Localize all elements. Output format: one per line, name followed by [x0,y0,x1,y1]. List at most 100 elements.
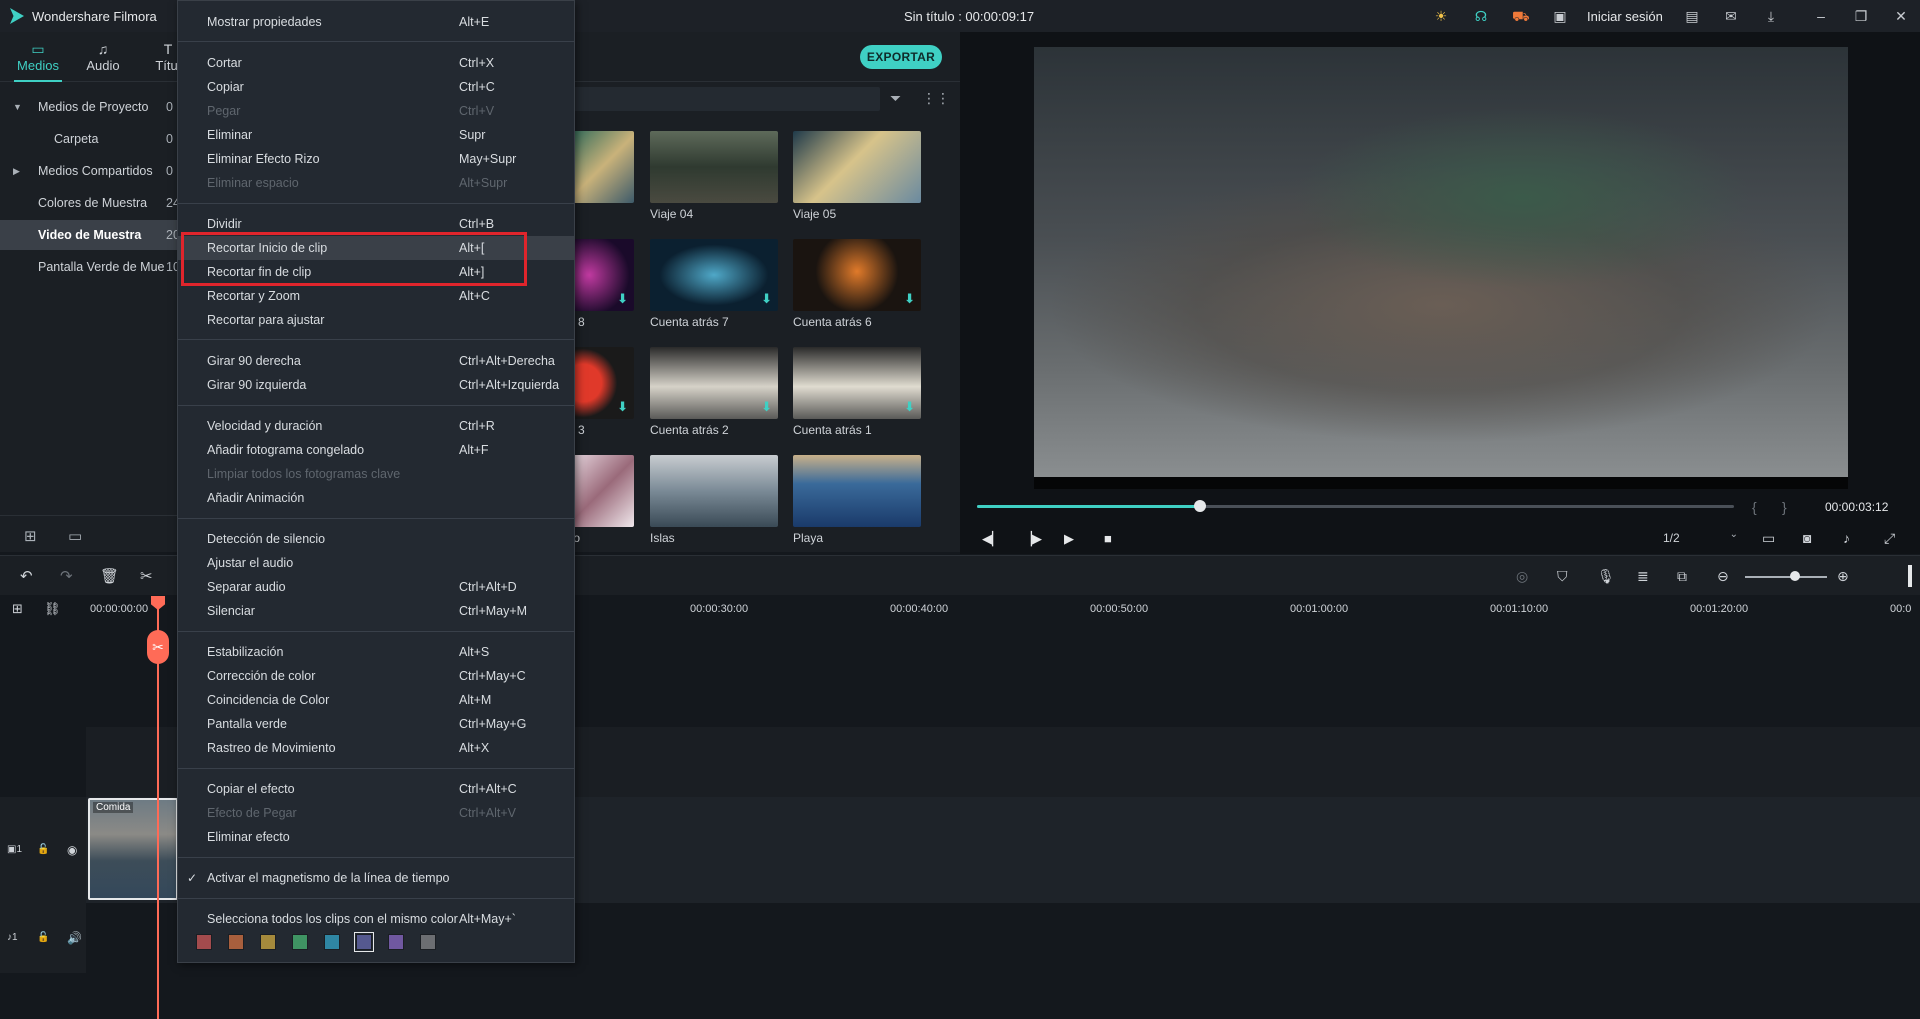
menu-item-mute[interactable]: Silenciar Ctrl+May+M [178,599,574,623]
menu-item-timeline-snapping[interactable]: ✓ Activar el magnetismo de la línea de ti… [178,866,574,890]
zoom-knob[interactable] [1790,571,1800,581]
mark-out-button[interactable]: } [1782,499,1787,515]
media-thumbnail[interactable]: ⬇ [650,347,778,419]
menu-item-freeze-frame[interactable]: Añadir fotograma congelado Alt+F [178,438,574,462]
tree-item-sample-colors[interactable]: Colores de Muestra 24 [0,188,180,218]
speaker-icon[interactable]: 🔊 [67,931,82,945]
marker-icon[interactable]: ⛉ [1557,568,1568,585]
download-arrow-icon[interactable]: ⬇ [904,291,915,307]
add-track-icon[interactable]: ⊞ [12,601,23,617]
playback-quality-select[interactable]: 1/2 ⌄ [1657,529,1742,549]
color-swatch[interactable] [260,934,276,950]
menu-item-cut[interactable]: Cortar Ctrl+X [178,51,574,75]
tree-item-sample-video[interactable]: Video de Muestra 20 [0,220,180,250]
tree-item-folder[interactable]: Carpeta 0 [0,124,180,154]
menu-item-ripple-delete[interactable]: Eliminar Efecto Rizo May+Supr [178,147,574,171]
tree-item-shared-media[interactable]: ▶ Medios Compartidos 0 [0,156,180,186]
minimize-icon[interactable]: – [1813,8,1829,24]
menu-item-stabilization[interactable]: Estabilización Alt+S [178,640,574,664]
zoom-in-icon[interactable]: ⊕ [1837,568,1849,585]
restore-icon[interactable]: ❐ [1853,8,1869,24]
menu-item-delete[interactable]: Eliminar Supr [178,123,574,147]
menu-item-detach-audio[interactable]: Separar audio Ctrl+Alt+D [178,575,574,599]
fullscreen-icon[interactable]: ⤢ [1884,530,1895,547]
new-folder-icon[interactable]: ⊞ [24,527,37,545]
close-icon[interactable]: ✕ [1893,8,1909,24]
download-arrow-icon[interactable]: ⬇ [761,291,772,307]
download-arrow-icon[interactable]: ⬇ [904,399,915,415]
mail-icon[interactable]: ✉ [1723,8,1739,24]
play-icon[interactable]: ▶ [1064,531,1074,547]
menu-item-select-same-color[interactable]: Selecciona todos los clips con el mismo … [178,907,574,931]
media-thumbnail[interactable]: ⬇ [793,347,921,419]
download-icon[interactable]: ⤓ [1763,8,1779,24]
color-swatch[interactable] [228,934,244,950]
tree-item-project-media[interactable]: ▼ Medios de Proyecto 0 [0,92,180,122]
color-swatch[interactable] [388,934,404,950]
timeline-clip[interactable]: Comida [88,798,178,900]
color-swatch[interactable] [292,934,308,950]
download-arrow-icon[interactable]: ⬇ [617,399,628,415]
media-thumbnail[interactable] [793,455,921,527]
save-icon[interactable]: ▤ [1684,8,1700,24]
color-swatch[interactable] [324,934,340,950]
download-arrow-icon[interactable]: ⬇ [761,399,772,415]
menu-item-add-animation[interactable]: Añadir Animación [178,486,574,510]
media-thumbnail[interactable]: ⬇ [793,239,921,311]
menu-item-delete-effect[interactable]: Eliminar efecto [178,825,574,849]
step-back-icon[interactable]: ◀▏ [982,531,1002,547]
panel-drag-handle[interactable] [1908,565,1912,587]
volume-icon[interactable]: ♪ [1843,530,1850,546]
media-thumbnail[interactable]: ⬇ [650,239,778,311]
media-thumbnail[interactable] [650,455,778,527]
menu-item-crop-fit[interactable]: Recortar para ajustar [178,308,574,332]
filter-icon[interactable]: ⏷ [890,90,901,107]
timeline-zoom-slider[interactable] [1745,576,1827,578]
tab-audio[interactable]: ♫ Audio [73,40,133,73]
mark-in-button[interactable]: { [1752,499,1757,515]
menu-item-crop-zoom[interactable]: Recortar y Zoom Alt+C [178,284,574,308]
folder-icon[interactable]: ▭ [68,527,82,545]
playhead-scissor-icon[interactable]: ✂ [147,630,169,664]
menu-item-rotate-right[interactable]: Girar 90 derecha Ctrl+Alt+Derecha [178,349,574,373]
color-swatch[interactable] [354,932,374,952]
monitor-icon[interactable]: ▭ [1762,530,1775,547]
lock-icon[interactable]: 🔓 [37,844,49,855]
scissors-icon[interactable]: ✂ [140,567,153,585]
link-icon[interactable]: ⛓ [44,601,61,617]
microphone-icon[interactable]: 🎙 [1597,568,1615,585]
eye-icon[interactable]: ◉ [67,843,77,857]
menu-item-silence-detection[interactable]: Detección de silencio [178,527,574,551]
menu-item-copy[interactable]: Copiar Ctrl+C [178,75,574,99]
download-arrow-icon[interactable]: ⬇ [617,291,628,307]
grid-view-icon[interactable]: ⋮⋮ [922,90,950,107]
headset-icon[interactable]: ☊ [1473,8,1489,24]
zoom-out-icon[interactable]: ⊖ [1717,568,1729,585]
step-forward-icon[interactable]: ▕▶ [1022,531,1042,547]
menu-item-speed-duration[interactable]: Velocidad y duración Ctrl+R [178,414,574,438]
sign-in-link[interactable]: Iniciar sesión [1587,9,1663,24]
redo-icon[interactable]: ↷ [60,567,73,585]
media-thumbnail[interactable] [650,131,778,203]
menu-item-copy-effect[interactable]: Copiar el efecto Ctrl+Alt+C [178,777,574,801]
color-swatch[interactable] [420,934,436,950]
color-swatch[interactable] [196,934,212,950]
render-icon[interactable]: ◎ [1516,568,1528,585]
media-thumbnail[interactable] [570,131,634,203]
audio-mixer-icon[interactable]: ≣ [1637,568,1649,585]
menu-item-adjust-audio[interactable]: Ajustar el audio [178,551,574,575]
search-input[interactable] [570,87,880,111]
menu-item-show-properties[interactable]: Mostrar propiedades Alt+E [178,10,574,34]
gift-icon[interactable]: ▣ [1552,8,1568,24]
lock-icon[interactable]: 🔓 [37,932,49,943]
media-thumbnail[interactable]: ⬇ [570,347,634,419]
trash-icon[interactable]: 🗑 [100,567,119,585]
menu-item-green-screen[interactable]: Pantalla verde Ctrl+May+G [178,712,574,736]
split-screen-icon[interactable]: ⧉ [1677,568,1687,585]
export-button[interactable]: EXPORTAR [860,45,942,69]
cart-icon[interactable]: ⛟ [1512,8,1530,24]
snapshot-icon[interactable]: ◙ [1803,530,1811,546]
tab-medios[interactable]: ▭ Medios [8,40,68,82]
tree-item-green-screen[interactable]: Pantalla Verde de Mue 10 [0,252,180,282]
menu-item-motion-tracking[interactable]: Rastreo de Movimiento Alt+X [178,736,574,760]
